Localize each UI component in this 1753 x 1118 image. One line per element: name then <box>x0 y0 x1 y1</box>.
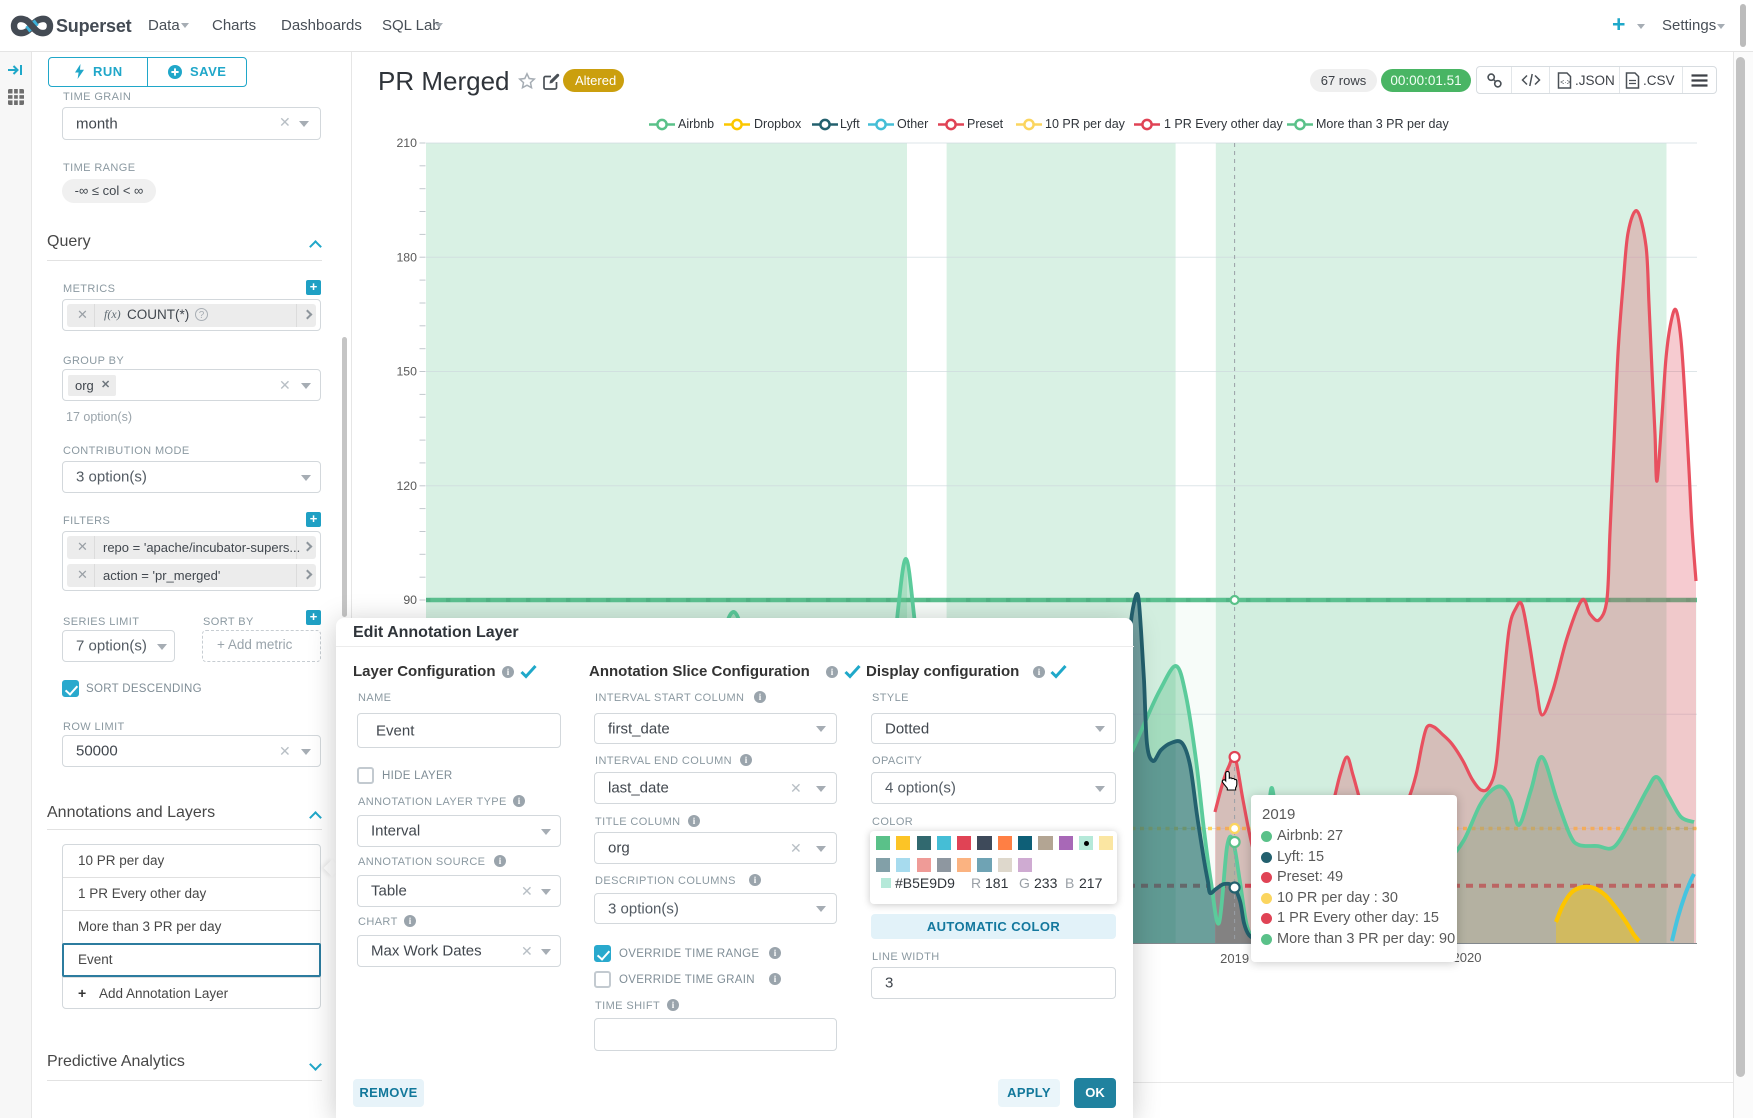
svg-text:150: 150 <box>396 365 417 379</box>
svg-text:90: 90 <box>403 593 417 607</box>
svg-text:180: 180 <box>396 250 417 264</box>
svg-text:210: 210 <box>396 136 417 150</box>
svg-text:120: 120 <box>396 479 417 493</box>
svg-text:2019: 2019 <box>1220 951 1249 966</box>
